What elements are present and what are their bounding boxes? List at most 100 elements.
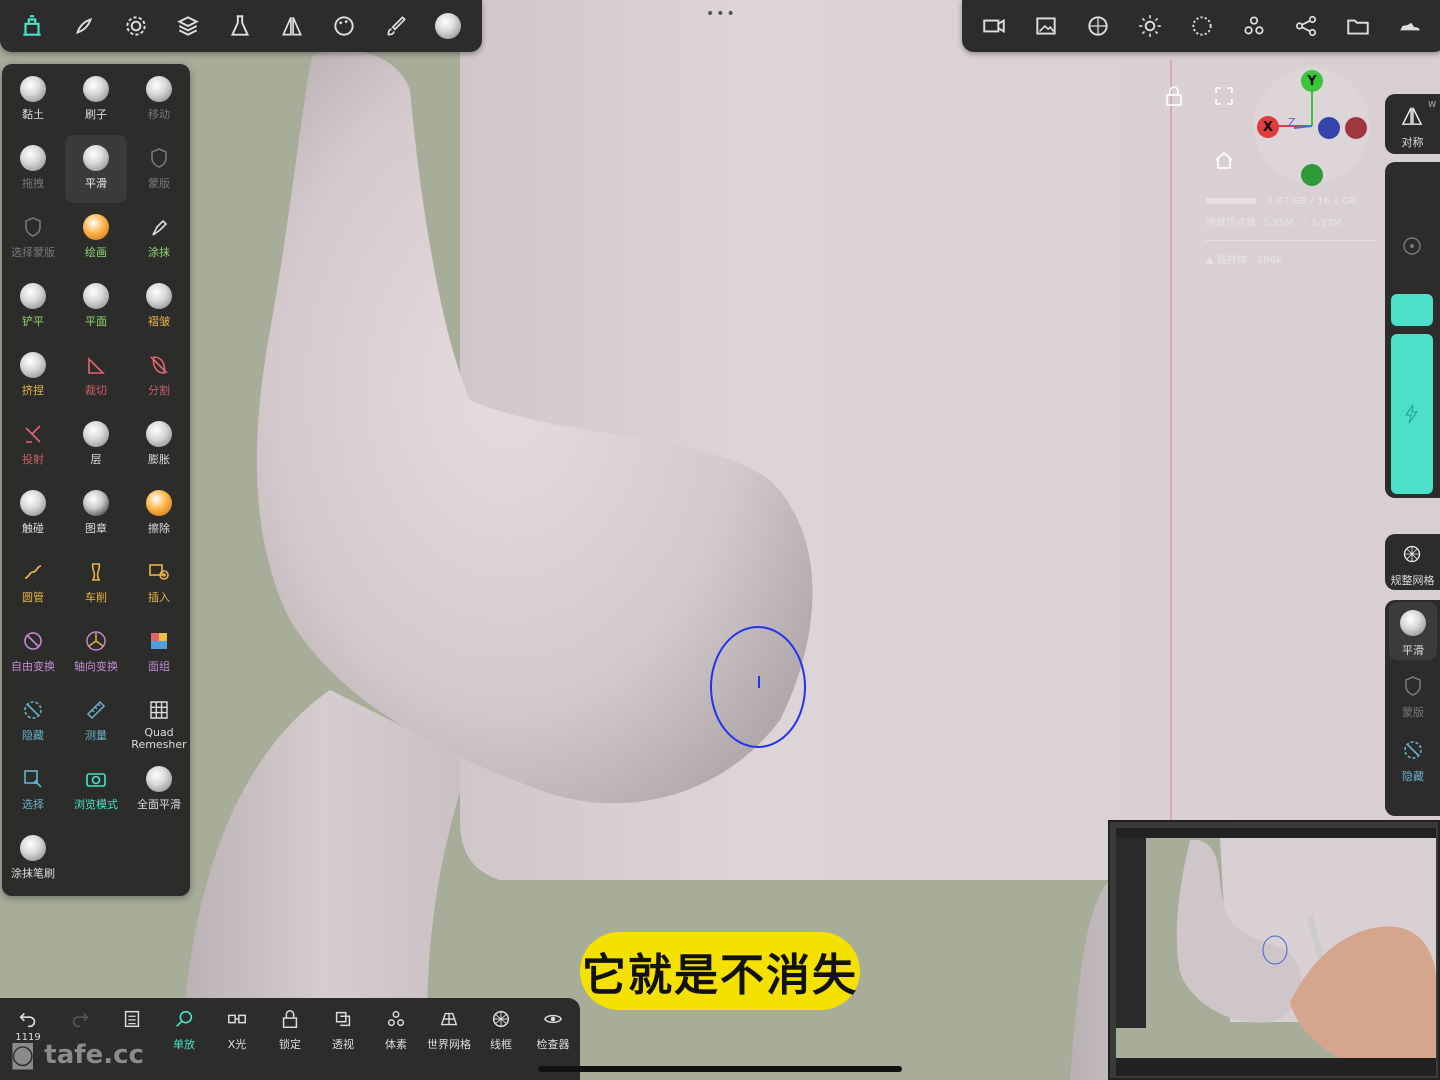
lock-button[interactable]: 锁定 [264, 1008, 316, 1052]
symmetry-icon[interactable] [266, 0, 318, 52]
voxel-button[interactable]: 体素 [370, 1008, 422, 1052]
tool-gizmo[interactable]: 轴向变换 [65, 618, 127, 686]
quick-hide[interactable]: 隐藏 [1389, 734, 1437, 792]
tool-tube[interactable]: 圆管 [2, 549, 64, 617]
edges-count: 1.37M [1310, 218, 1342, 229]
material-icon[interactable] [1072, 0, 1124, 52]
quick-smooth[interactable]: 平滑 [1389, 602, 1437, 660]
tool-lathe[interactable]: 车削 [65, 549, 127, 617]
tool-global-smooth[interactable]: 全面平滑 [128, 756, 190, 824]
axis-neg-y[interactable] [1301, 164, 1323, 186]
tool-label: 膨胀 [148, 453, 170, 466]
undo-button[interactable]: 1119 [2, 1008, 54, 1043]
home-icon[interactable] [1212, 148, 1236, 172]
top-left-toolbar [0, 0, 482, 52]
mesh-icon[interactable] [1176, 0, 1228, 52]
tool-view-mode[interactable]: 浏览模式 [65, 756, 127, 824]
axis-neg-x[interactable] [1345, 117, 1367, 139]
redo-button[interactable] [54, 1008, 106, 1030]
perspective-icon [335, 1011, 351, 1027]
frame-icon[interactable] [1212, 84, 1236, 108]
light-icon[interactable] [1124, 0, 1176, 52]
xray-button[interactable]: X光 [211, 1008, 263, 1052]
axis-neg-z[interactable] [1318, 117, 1340, 139]
lock-icon[interactable] [1162, 84, 1186, 108]
flask-icon[interactable] [214, 0, 266, 52]
tool-label: 涂抹笔刷 [11, 867, 55, 880]
lightning-icon [1404, 404, 1419, 424]
tool-drag[interactable]: 拖拽 [2, 135, 64, 203]
tool-pinch[interactable]: 挤捏 [2, 342, 64, 410]
tool-insert[interactable]: 插入 [128, 549, 190, 617]
tool-project[interactable]: 投射 [2, 411, 64, 479]
tool-layer[interactable]: 层 [65, 411, 127, 479]
tool-smudge-brush[interactable]: 涂抹笔刷 [2, 825, 64, 893]
tool-stamp[interactable]: 图章 [65, 480, 127, 548]
tool-hide[interactable]: 隐藏 [2, 687, 64, 755]
remesh-button[interactable]: 规整网格 [1385, 534, 1440, 590]
smudge-icon [144, 212, 174, 242]
tool-select[interactable]: 选择 [2, 756, 64, 824]
object-info[interactable]: ▲ 圆柱体 - 286k [1206, 251, 1282, 266]
tool-split[interactable]: 分割 [128, 342, 190, 410]
tool-label: Quad Remesher [131, 726, 187, 751]
object-count: 286k [1256, 255, 1282, 266]
intensity-slider[interactable] [1391, 334, 1433, 494]
symmetry-toggle[interactable]: W 对称 [1385, 94, 1440, 154]
menu-button[interactable] [106, 1008, 158, 1030]
tool-smooth[interactable]: 平滑 [65, 135, 127, 203]
solo-button[interactable]: 单放 [158, 1008, 210, 1052]
paint-icon[interactable] [58, 0, 110, 52]
tool-erase[interactable]: 擦除 [128, 480, 190, 548]
tool-crease[interactable]: 褶皱 [128, 273, 190, 341]
orientation-gizmo[interactable]: Y X Z [1254, 68, 1370, 186]
tool-move[interactable]: 移动 [128, 66, 190, 134]
tool-label: 圆管 [22, 591, 44, 604]
quick-mask[interactable]: 蒙版 [1389, 668, 1437, 726]
tool-measure[interactable]: 测量 [65, 687, 127, 755]
tool-smudge[interactable]: 涂抹 [128, 204, 190, 272]
wireframe-button[interactable]: 线框 [475, 1008, 527, 1052]
inspector-button[interactable]: 检查器 [527, 1008, 579, 1052]
home-indicator[interactable] [538, 1066, 902, 1072]
tool-preview-icon[interactable] [422, 0, 474, 52]
image-icon[interactable] [1020, 0, 1072, 52]
axis-y[interactable]: Y [1301, 70, 1323, 92]
facegroup-icon [144, 626, 174, 656]
world-grid-button[interactable]: 世界网格 [423, 1008, 475, 1052]
watermark-icon: ◙ [10, 1040, 36, 1070]
tool-brush[interactable]: 刷子 [65, 66, 127, 134]
tool-free-transform[interactable]: 自由变换 [2, 618, 64, 686]
share-icon[interactable] [1280, 0, 1332, 52]
shield-icon [1405, 676, 1421, 696]
tool-inflate[interactable]: 膨胀 [128, 411, 190, 479]
layers-icon[interactable] [162, 0, 214, 52]
camera-icon[interactable] [968, 0, 1020, 52]
tool-trim[interactable]: 裁切 [65, 342, 127, 410]
tool-label: 全面平滑 [137, 798, 181, 811]
tool-clay[interactable]: 黏土 [2, 66, 64, 134]
radius-slider[interactable] [1391, 294, 1433, 326]
tool-plane[interactable]: 平面 [65, 273, 127, 341]
tool-flatten[interactable]: 铲平 [2, 273, 64, 341]
brush-icon[interactable] [370, 0, 422, 52]
tool-select-mask[interactable]: 选择蒙版 [2, 204, 64, 272]
perspective-button[interactable]: 透视 [317, 1008, 369, 1052]
tool-label: 裁切 [85, 384, 107, 397]
tool-facegroup[interactable]: 面组 [128, 618, 190, 686]
tool-paint[interactable]: 绘画 [65, 204, 127, 272]
multitask-dots[interactable]: ••• [706, 6, 737, 22]
shoe-icon[interactable] [1384, 0, 1436, 52]
tool-label: 黏土 [22, 108, 44, 121]
tool-mask[interactable]: 蒙版 [128, 135, 190, 203]
watermark-text: tafe.cc [44, 1040, 144, 1070]
settings-icon[interactable] [110, 0, 162, 52]
scene-icon[interactable] [6, 0, 58, 52]
axis-z[interactable]: Z [1288, 116, 1296, 129]
folder-icon[interactable] [1332, 0, 1384, 52]
molecule-icon[interactable] [1228, 0, 1280, 52]
tool-quad-remesher[interactable]: Quad Remesher [128, 687, 190, 755]
axis-x[interactable]: X [1257, 116, 1279, 138]
tool-tap[interactable]: 触碰 [2, 480, 64, 548]
palette-icon[interactable] [318, 0, 370, 52]
